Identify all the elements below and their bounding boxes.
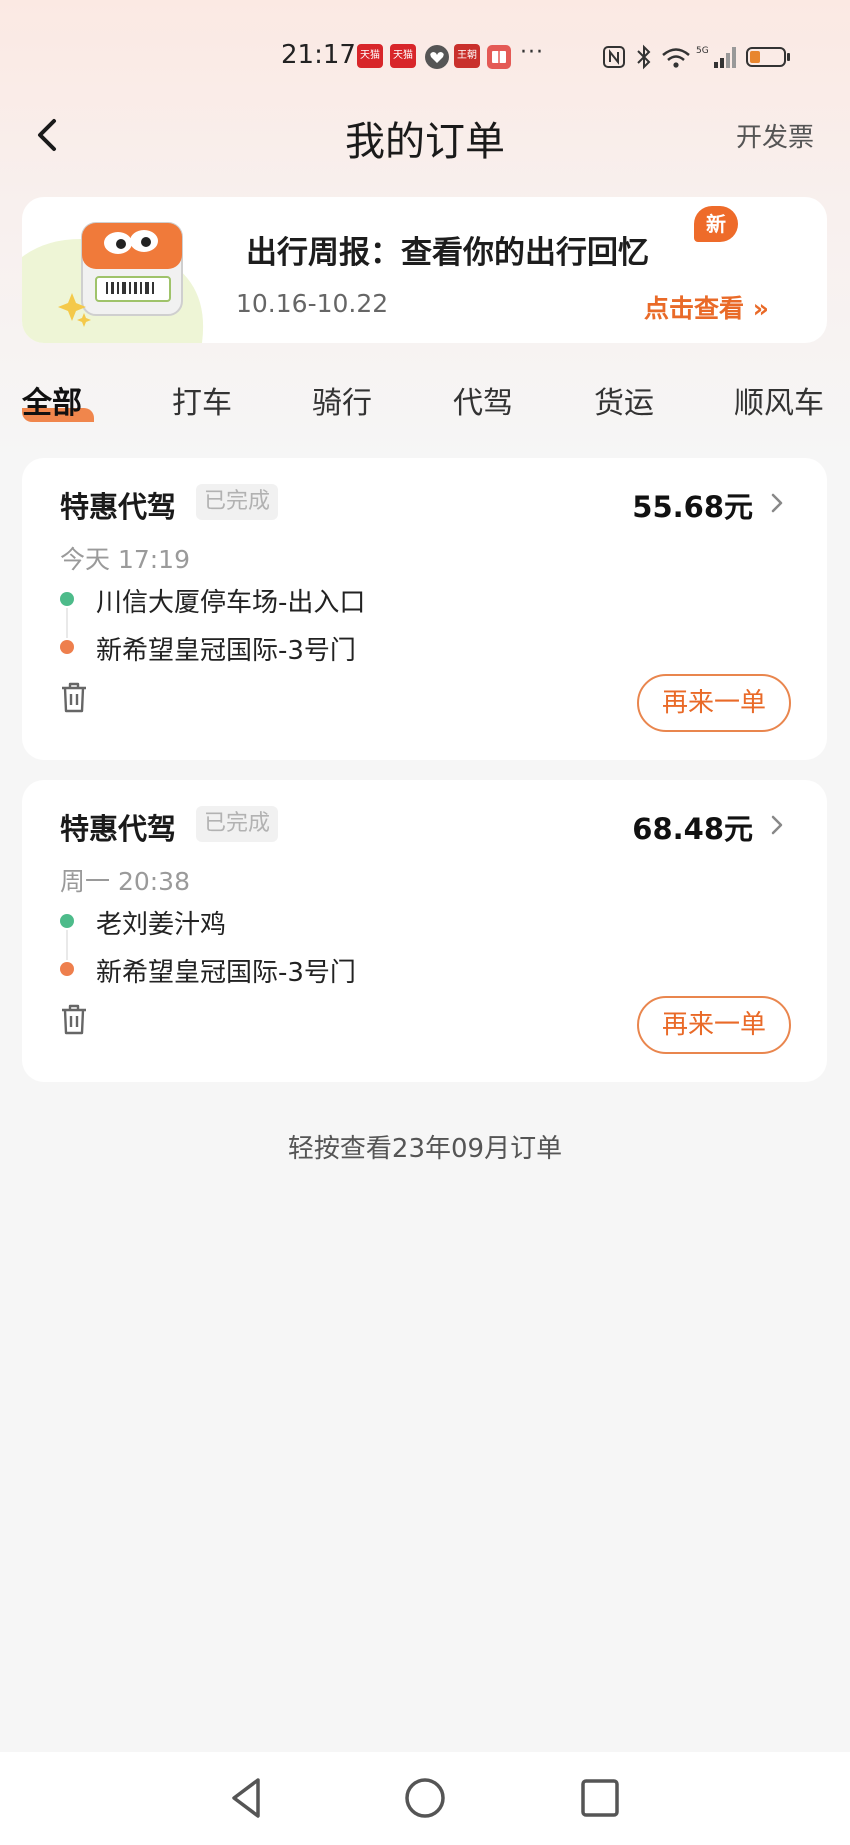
tab-carpool[interactable]: 顺风车 bbox=[734, 378, 824, 422]
bluetooth-icon bbox=[634, 44, 654, 70]
nav-back-icon[interactable] bbox=[222, 1772, 274, 1824]
chevron-right-icon[interactable] bbox=[767, 812, 787, 838]
trash-icon[interactable] bbox=[58, 1002, 90, 1036]
order-card[interactable]: 特惠代驾 已完成 68.48元 周一 20:38 老刘姜汁鸡 新希望皇冠国际-3… bbox=[22, 780, 827, 1082]
new-badge: 新 bbox=[694, 206, 738, 242]
tab-taxi[interactable]: 打车 bbox=[172, 378, 232, 422]
nav-home-icon[interactable] bbox=[399, 1772, 451, 1824]
route-origin: 老刘姜汁鸡 bbox=[96, 910, 227, 940]
status-badge: 已完成 bbox=[196, 484, 279, 520]
wifi-icon bbox=[660, 44, 692, 70]
status-time: 21:17 bbox=[281, 40, 356, 70]
heart-app-icon bbox=[424, 44, 450, 70]
route-connector bbox=[66, 608, 68, 638]
route-connector bbox=[66, 930, 68, 960]
status-badge: 已完成 bbox=[196, 806, 279, 842]
order-type: 特惠代驾 bbox=[60, 812, 177, 846]
banner-view-link[interactable]: 点击查看 » bbox=[644, 289, 769, 325]
order-card[interactable]: 特惠代驾 已完成 55.68元 今天 17:19 川信大厦停车场-出入口 新希望… bbox=[22, 458, 827, 760]
signal-icon: 5G bbox=[696, 44, 740, 70]
start-dot-icon bbox=[60, 914, 74, 928]
invoice-button[interactable]: 开发票 bbox=[736, 117, 814, 154]
wangchao-app-icon: 王朝 bbox=[454, 44, 480, 68]
tmall-app-icon: 天猫 bbox=[357, 44, 383, 68]
book-app-icon bbox=[486, 44, 512, 70]
route-origin: 川信大厦停车场-出入口 bbox=[96, 588, 366, 618]
nfc-icon bbox=[602, 44, 626, 70]
order-time: 周一 20:38 bbox=[60, 867, 190, 896]
trash-icon[interactable] bbox=[58, 680, 90, 714]
route-destination: 新希望皇冠国际-3号门 bbox=[96, 636, 356, 666]
route-destination: 新希望皇冠国际-3号门 bbox=[96, 958, 356, 988]
order-type: 特惠代驾 bbox=[60, 490, 177, 524]
nav-recents-icon[interactable] bbox=[574, 1772, 626, 1824]
start-dot-icon bbox=[60, 592, 74, 606]
page-header: 我的订单 开发票 bbox=[0, 105, 850, 165]
svg-text:5G: 5G bbox=[696, 46, 709, 56]
tab-all[interactable]: 全部 bbox=[22, 378, 82, 422]
ticket-mascot-icon bbox=[22, 222, 204, 343]
order-price: 55.68元 bbox=[632, 490, 753, 524]
banner-date-range: 10.16-10.22 bbox=[236, 289, 389, 318]
system-nav-bar bbox=[0, 1752, 850, 1845]
status-bar: 21:17 天猫 天猫 王朝 ··· 5G bbox=[0, 0, 850, 110]
reorder-button[interactable]: 再来一单 bbox=[637, 674, 791, 732]
tmall-app-icon: 天猫 bbox=[390, 44, 416, 68]
tab-cycling[interactable]: 骑行 bbox=[312, 378, 372, 422]
chevron-right-icon[interactable] bbox=[767, 490, 787, 516]
more-notifications-icon: ··· bbox=[520, 40, 544, 65]
tab-freight[interactable]: 货运 bbox=[594, 378, 654, 422]
end-dot-icon bbox=[60, 962, 74, 976]
order-category-tabs: 全部 打车 骑行 代驾 货运 顺风车 bbox=[0, 378, 850, 438]
order-price: 68.48元 bbox=[632, 812, 753, 846]
page-title: 我的订单 bbox=[345, 119, 505, 165]
banner-title: 出行周报：查看你的出行回忆 bbox=[246, 235, 649, 271]
end-dot-icon bbox=[60, 640, 74, 654]
reorder-button[interactable]: 再来一单 bbox=[637, 996, 791, 1054]
view-history-orders-link[interactable]: 轻按查看23年09月订单 bbox=[0, 1128, 850, 1165]
tab-designated-driver[interactable]: 代驾 bbox=[453, 378, 513, 422]
battery-icon bbox=[746, 44, 792, 70]
order-time: 今天 17:19 bbox=[60, 545, 190, 574]
